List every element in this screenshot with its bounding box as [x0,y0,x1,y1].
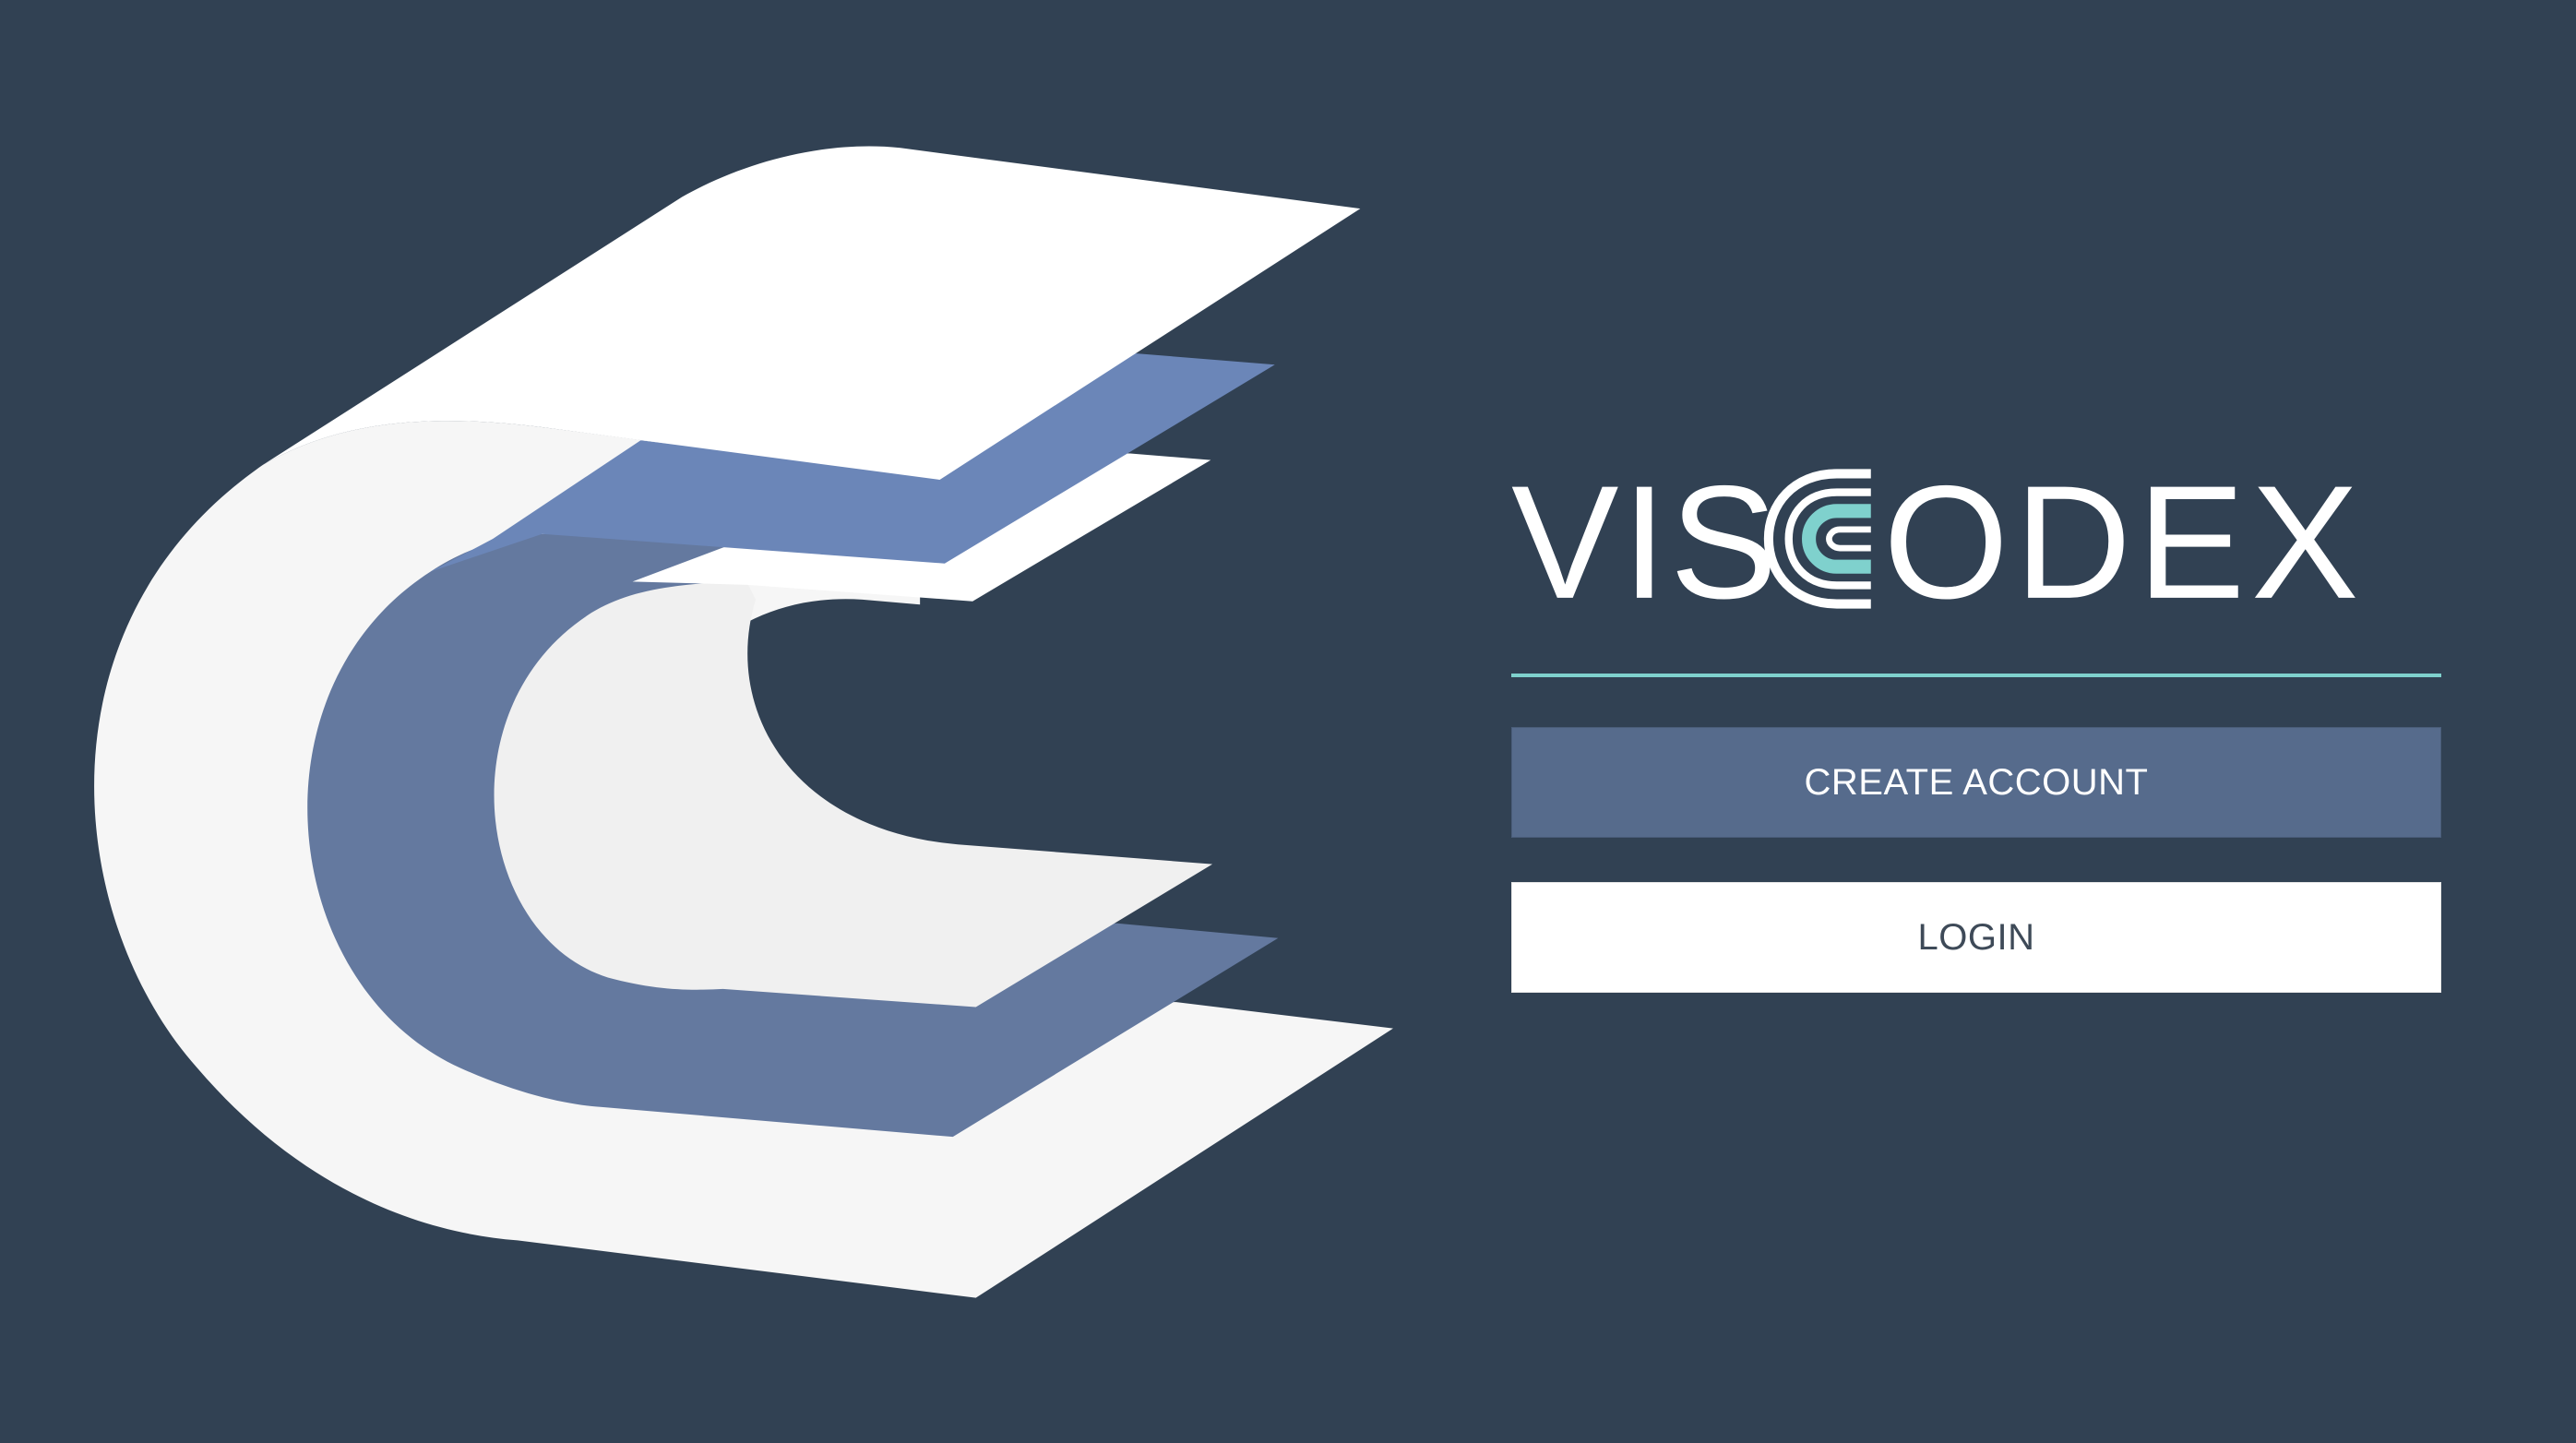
brand-divider [1511,674,2441,677]
wordmark-vis: VIS [1511,461,1781,616]
wordmark-odex: ODEX [1883,461,2365,616]
login-screen: VIS ODEX CREATE ACCOUNT LOGIN [0,0,2576,1443]
concentric-c-icon [1763,469,1871,609]
brand-logo: VIS ODEX [1511,461,2365,616]
create-account-button[interactable]: CREATE ACCOUNT [1511,727,2441,838]
login-button[interactable]: LOGIN [1511,882,2441,993]
stacked-c-logo-illustration [94,146,1393,1298]
